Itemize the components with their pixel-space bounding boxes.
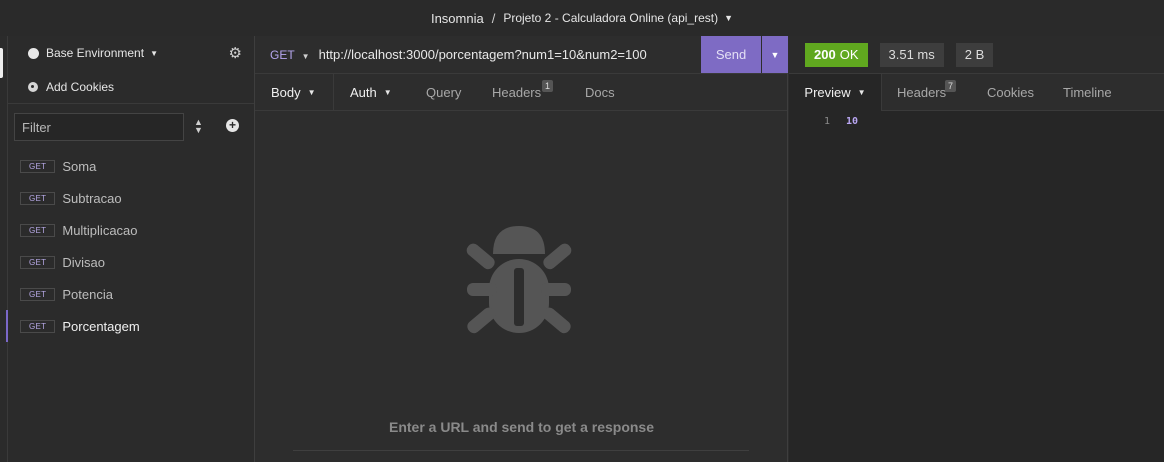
list-item[interactable]: GET Potencia [8, 278, 254, 310]
active-indicator [0, 48, 3, 78]
request-name: Potencia [62, 286, 113, 302]
method-badge: GET [20, 319, 56, 333]
tab-body[interactable]: Body ▼ [271, 74, 316, 111]
chevron-down-icon: ▼ [857, 87, 866, 97]
request-name: Multiplicacao [62, 222, 138, 238]
status-text: OK [839, 47, 859, 62]
method-badge: GET [20, 159, 56, 173]
tab-response-headers-label: Headers [897, 84, 947, 100]
chevron-down-icon: ▼ [383, 87, 392, 97]
url-input[interactable]: http://localhost:3000/porcentagem?num1=1… [319, 47, 647, 62]
tab-docs[interactable]: Docs [585, 74, 615, 111]
request-list: GET Soma GET Subtracao GET Multiplicacao… [6, 150, 254, 342]
list-item[interactable]: GET Multiplicacao [8, 214, 254, 246]
plus-circle-icon[interactable]: + [226, 119, 239, 132]
url-bar: GET ▼ http://localhost:3000/porcentagem?n… [255, 36, 788, 74]
chevron-down-icon[interactable]: ▼ [724, 13, 733, 23]
method-label: GET [270, 47, 295, 62]
chevron-down-icon: ▼ [301, 51, 310, 61]
list-item-active[interactable]: GET Porcentagem [6, 310, 254, 342]
response-time-badge: 3.51 ms [879, 42, 944, 67]
status-badge: 200 OK [805, 42, 868, 67]
divider [293, 450, 749, 451]
tab-preview[interactable]: Preview ▼ [789, 73, 882, 111]
tab-cookies[interactable]: Cookies [987, 74, 1034, 111]
send-button[interactable]: Send [701, 36, 761, 73]
request-name: Porcentagem [62, 318, 140, 334]
request-pane: GET ▼ http://localhost:3000/porcentagem?n… [255, 36, 788, 462]
headers-count-badge: 1 [542, 79, 554, 92]
tab-preview-label: Preview [804, 84, 851, 100]
request-name: Subtracao [62, 190, 122, 206]
environment-label: Base Environment [46, 46, 145, 60]
method-badge: GET [20, 287, 56, 301]
method-badge: GET [20, 223, 56, 237]
response-tabs: Preview ▼ Headers 7 Cookies Timeline [789, 73, 1164, 111]
project-selector[interactable]: Projeto 2 - Calculadora Online (api_rest… [503, 11, 718, 25]
empty-message: Enter a URL and send to get a response [388, 419, 655, 435]
request-name: Soma [62, 158, 97, 174]
request-tabs: Body ▼ Auth ▼ Query Headers 1 Docs [255, 74, 787, 111]
chevron-down-icon: ▼ [307, 87, 316, 97]
activity-strip [0, 36, 8, 462]
filter-row: ▲▼ + [8, 104, 254, 150]
gear-icon[interactable]: ⚙ [229, 44, 242, 62]
tab-body-label: Body [271, 84, 301, 100]
bug-icon [466, 226, 572, 334]
environment-dot-icon [28, 47, 39, 59]
list-item[interactable]: GET Soma [8, 150, 254, 182]
chevron-down-icon: ▼ [150, 48, 158, 58]
cookie-icon [28, 81, 38, 92]
method-badge: GET [20, 255, 56, 269]
active-bar [6, 310, 8, 342]
list-item[interactable]: GET Divisao [8, 246, 254, 278]
window-title-bar: Insomnia / Projeto 2 - Calculadora Onlin… [0, 0, 1164, 36]
list-item[interactable]: GET Subtracao [8, 182, 254, 214]
add-cookies-button[interactable]: Add Cookies [8, 70, 254, 104]
empty-response-state: Enter a URL and send to get a response [255, 111, 788, 462]
tab-divider [333, 74, 334, 111]
tab-response-headers[interactable]: Headers 7 [897, 74, 957, 111]
tab-headers[interactable]: Headers 1 [492, 74, 554, 111]
sort-icon[interactable]: ▲ ▼ [194, 118, 203, 135]
app-name: Insomnia [430, 10, 484, 26]
method-selector[interactable]: GET ▼ [270, 48, 310, 62]
sidebar: Base Environment ▼ ⚙ Add Cookies ▲▼ + GE… [6, 36, 255, 462]
response-size-badge: 2 B [955, 42, 994, 67]
environment-selector[interactable]: Base Environment ▼ ⚙ [8, 36, 254, 70]
filter-input[interactable] [14, 113, 184, 141]
status-code: 200 [814, 47, 836, 62]
request-name: Divisao [62, 254, 105, 270]
tab-query[interactable]: Query [426, 74, 461, 111]
response-body-value: 10 [846, 116, 859, 127]
add-cookies-label: Add Cookies [46, 79, 115, 94]
response-pane: 200 OK 3.51 ms 2 B Preview ▼ Headers 7 Co… [789, 36, 1164, 462]
tab-timeline[interactable]: Timeline [1063, 74, 1112, 111]
line-number: 1 [824, 116, 831, 127]
response-headers-count-badge: 7 [945, 79, 957, 92]
response-status-bar: 200 OK 3.51 ms 2 B [789, 36, 1164, 74]
title-separator: / [491, 10, 496, 26]
tab-auth[interactable]: Auth ▼ [350, 74, 392, 111]
send-options-button[interactable]: ▼ [762, 36, 788, 73]
tab-auth-label: Auth [350, 84, 377, 100]
method-badge: GET [20, 191, 56, 205]
tab-headers-label: Headers [492, 84, 542, 100]
